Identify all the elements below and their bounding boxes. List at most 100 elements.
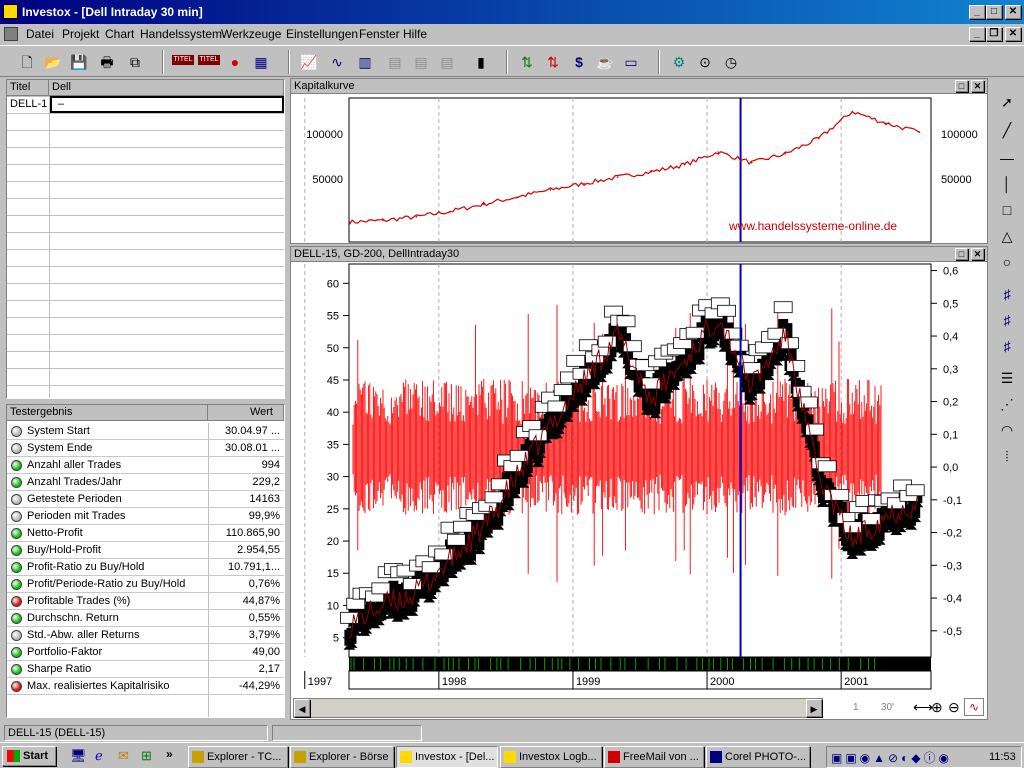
result-row[interactable]: Buy/Hold-Profit 2.954,55 [7,542,284,559]
fibonacci-s-icon[interactable]: ♯ [994,334,1020,358]
child-restore-button[interactable]: ❐ [986,27,1002,41]
result-row[interactable]: Max. realisiertes Kapitalrisiko -44,29% [7,678,284,695]
zoom-in-icon[interactable]: ⊕ [931,699,943,716]
trade-signals-2-icon[interactable]: ⇅ [542,51,564,73]
trade-signals-icon[interactable]: ⇅ [516,51,538,73]
tray-icons[interactable]: ▣▣◉▲⊘◐◆ⓘ◉ [831,749,952,766]
pointer-icon[interactable]: ➚ [994,90,1020,114]
coffee-icon[interactable]: ☕ [594,51,616,73]
status-dot-icon [11,528,22,539]
price-maximize-button[interactable]: □ [955,248,968,260]
child-minimize-button[interactable]: _ [969,27,985,41]
zoom-out-icon[interactable]: ⊖ [948,699,960,716]
result-row[interactable]: Std.-Abw. aller Returns 3,79% [7,627,284,644]
close-button[interactable]: ✕ [1005,5,1021,19]
result-row[interactable]: Anzahl aller Trades 994 [7,457,284,474]
copy-icon[interactable]: ⧉ [124,51,146,73]
taskbar-task[interactable]: Explorer - Börse [290,746,394,768]
result-row[interactable]: System Start 30.04.97 ... [7,423,284,440]
layout-icon[interactable]: ▦ [250,51,272,73]
result-row[interactable]: Sharpe Ratio 2,17 [7,661,284,678]
maximize-button[interactable]: □ [986,5,1002,19]
menu-chart[interactable]: Chart [105,27,134,41]
result-row[interactable]: Netto-Profit 110.865,90 [7,525,284,542]
result-row[interactable]: System Ende 30.08.01 ... [7,440,284,457]
result-row[interactable]: Profit/Periode-Ratio zu Buy/Hold 0,76% [7,576,284,593]
titel-icon[interactable]: TITEL [172,55,194,65]
result-row[interactable]: Durchschn. Return 0,55% [7,610,284,627]
new-file-icon[interactable]: 🗋 [16,51,38,73]
optimizer-icon[interactable]: ⚙ [668,51,690,73]
exit-marker-box [817,460,837,473]
col-header-name[interactable]: Dell [49,80,284,96]
menu-handelssystem[interactable]: Handelssystem [140,27,222,41]
result-row[interactable]: Portfolio-Faktor 49,00 [7,644,284,661]
traffic-light-icon[interactable]: ● [224,51,246,73]
indicator-icon[interactable]: ∿ [326,51,348,73]
quicklaunch-outlook-icon[interactable]: ✉ [118,748,129,764]
mdi-icon[interactable] [4,27,18,41]
table-row[interactable]: DELL-1 – [7,96,284,113]
fib-arcs-icon[interactable]: ◠ [994,418,1020,442]
app-icon[interactable] [3,4,18,19]
print-icon[interactable]: 🖶 [96,51,118,73]
rectangle-icon[interactable]: □ [994,198,1020,222]
save-icon[interactable]: 💾 [68,51,90,73]
binoculars-titel-icon[interactable]: ⊙ [694,51,716,73]
fibonacci-p-icon[interactable]: ♯ [994,308,1020,332]
taskbar-task[interactable]: Investox Logb... [500,746,602,768]
result-row[interactable]: Profit-Ratio zu Buy/Hold 10.791,1... [7,559,284,576]
result-row[interactable]: Perioden mit Trades 99,9% [7,508,284,525]
fib-fan-icon[interactable]: ⋰ [994,392,1020,416]
quicklaunch-desktop-icon[interactable]: 🖥 [70,748,87,764]
scroll-right-button[interactable]: ▶ [806,699,822,717]
equity-window-icon[interactable]: ▭ [620,51,642,73]
col-header-wert[interactable]: Wert [208,405,284,421]
gann-fan-icon[interactable]: ♯ [994,282,1020,306]
price-close-button[interactable]: ✕ [971,248,984,260]
taskbar-task[interactable]: Corel PHOTO-... [706,746,810,768]
taskbar-task[interactable]: FreeMail von ... [604,746,704,768]
chart-style-icon[interactable]: ∿ [964,698,984,716]
equity-maximize-button[interactable]: □ [955,80,968,92]
clock-titel-icon[interactable]: ◷ [720,51,742,73]
triangle-icon[interactable]: △ [994,224,1020,248]
menu-hilfe[interactable]: Hilfe [403,27,427,41]
trendline-icon[interactable]: ╱ [994,118,1020,142]
result-row[interactable]: Anzahl Trades/Jahr 229,2 [7,474,284,491]
menu-datei[interactable]: Datei [26,27,54,41]
money-icon[interactable]: $ [568,51,590,73]
quicklaunch-more-icon[interactable]: » [166,747,173,761]
minimize-button[interactable]: _ [969,5,985,19]
circle-icon[interactable]: ○ [994,250,1020,274]
titel-list-icon[interactable]: TITEL [198,55,220,65]
fib-retracement-icon[interactable]: ☰ [994,366,1020,390]
menu-fenster[interactable]: Fenster [359,27,400,41]
menu-einstellungen[interactable]: Einstellungen [286,27,358,41]
line-chart-icon[interactable]: 📈 [298,51,320,73]
open-folder-icon[interactable]: 📂 [42,51,64,73]
menu-werkzeuge[interactable]: Werkzeuge [221,27,281,41]
row-name-editor[interactable]: – [50,96,284,113]
equity-close-button[interactable]: ✕ [971,80,984,92]
quicklaunch-app-icon[interactable]: ⊞ [141,748,152,764]
child-close-button[interactable]: ✕ [1005,27,1021,41]
fib-timezones-icon[interactable]: ⦙ [994,444,1020,468]
vertical-line-icon[interactable]: │ [994,172,1020,196]
page-field[interactable]: 1 [853,702,859,713]
taskbar-task[interactable]: Explorer - TC... [188,746,288,768]
start-button[interactable]: Start [2,746,56,766]
col-header-testergebnis[interactable]: Testergebnis [7,405,208,421]
result-row[interactable]: Profitable Trades (%) 44,87% [7,593,284,610]
candle-chart-icon[interactable]: ▮ [470,51,492,73]
value-chart-icon[interactable]: ▥ [354,51,376,73]
taskbar-task[interactable]: Investox - [Del... [396,746,498,768]
scroll-left-button[interactable]: ◀ [294,699,310,717]
menu-projekt[interactable]: Projekt [62,27,99,41]
chart-scrollbar[interactable]: ◀ ▶ [293,698,823,718]
horizontal-line-icon[interactable]: — [994,146,1020,170]
quicklaunch-ie-icon[interactable]: ℯ [95,748,103,764]
interval-field[interactable]: 30' [881,702,894,713]
result-row[interactable]: Getestete Perioden 14163 [7,491,284,508]
col-header-title[interactable]: Titel [7,80,49,96]
